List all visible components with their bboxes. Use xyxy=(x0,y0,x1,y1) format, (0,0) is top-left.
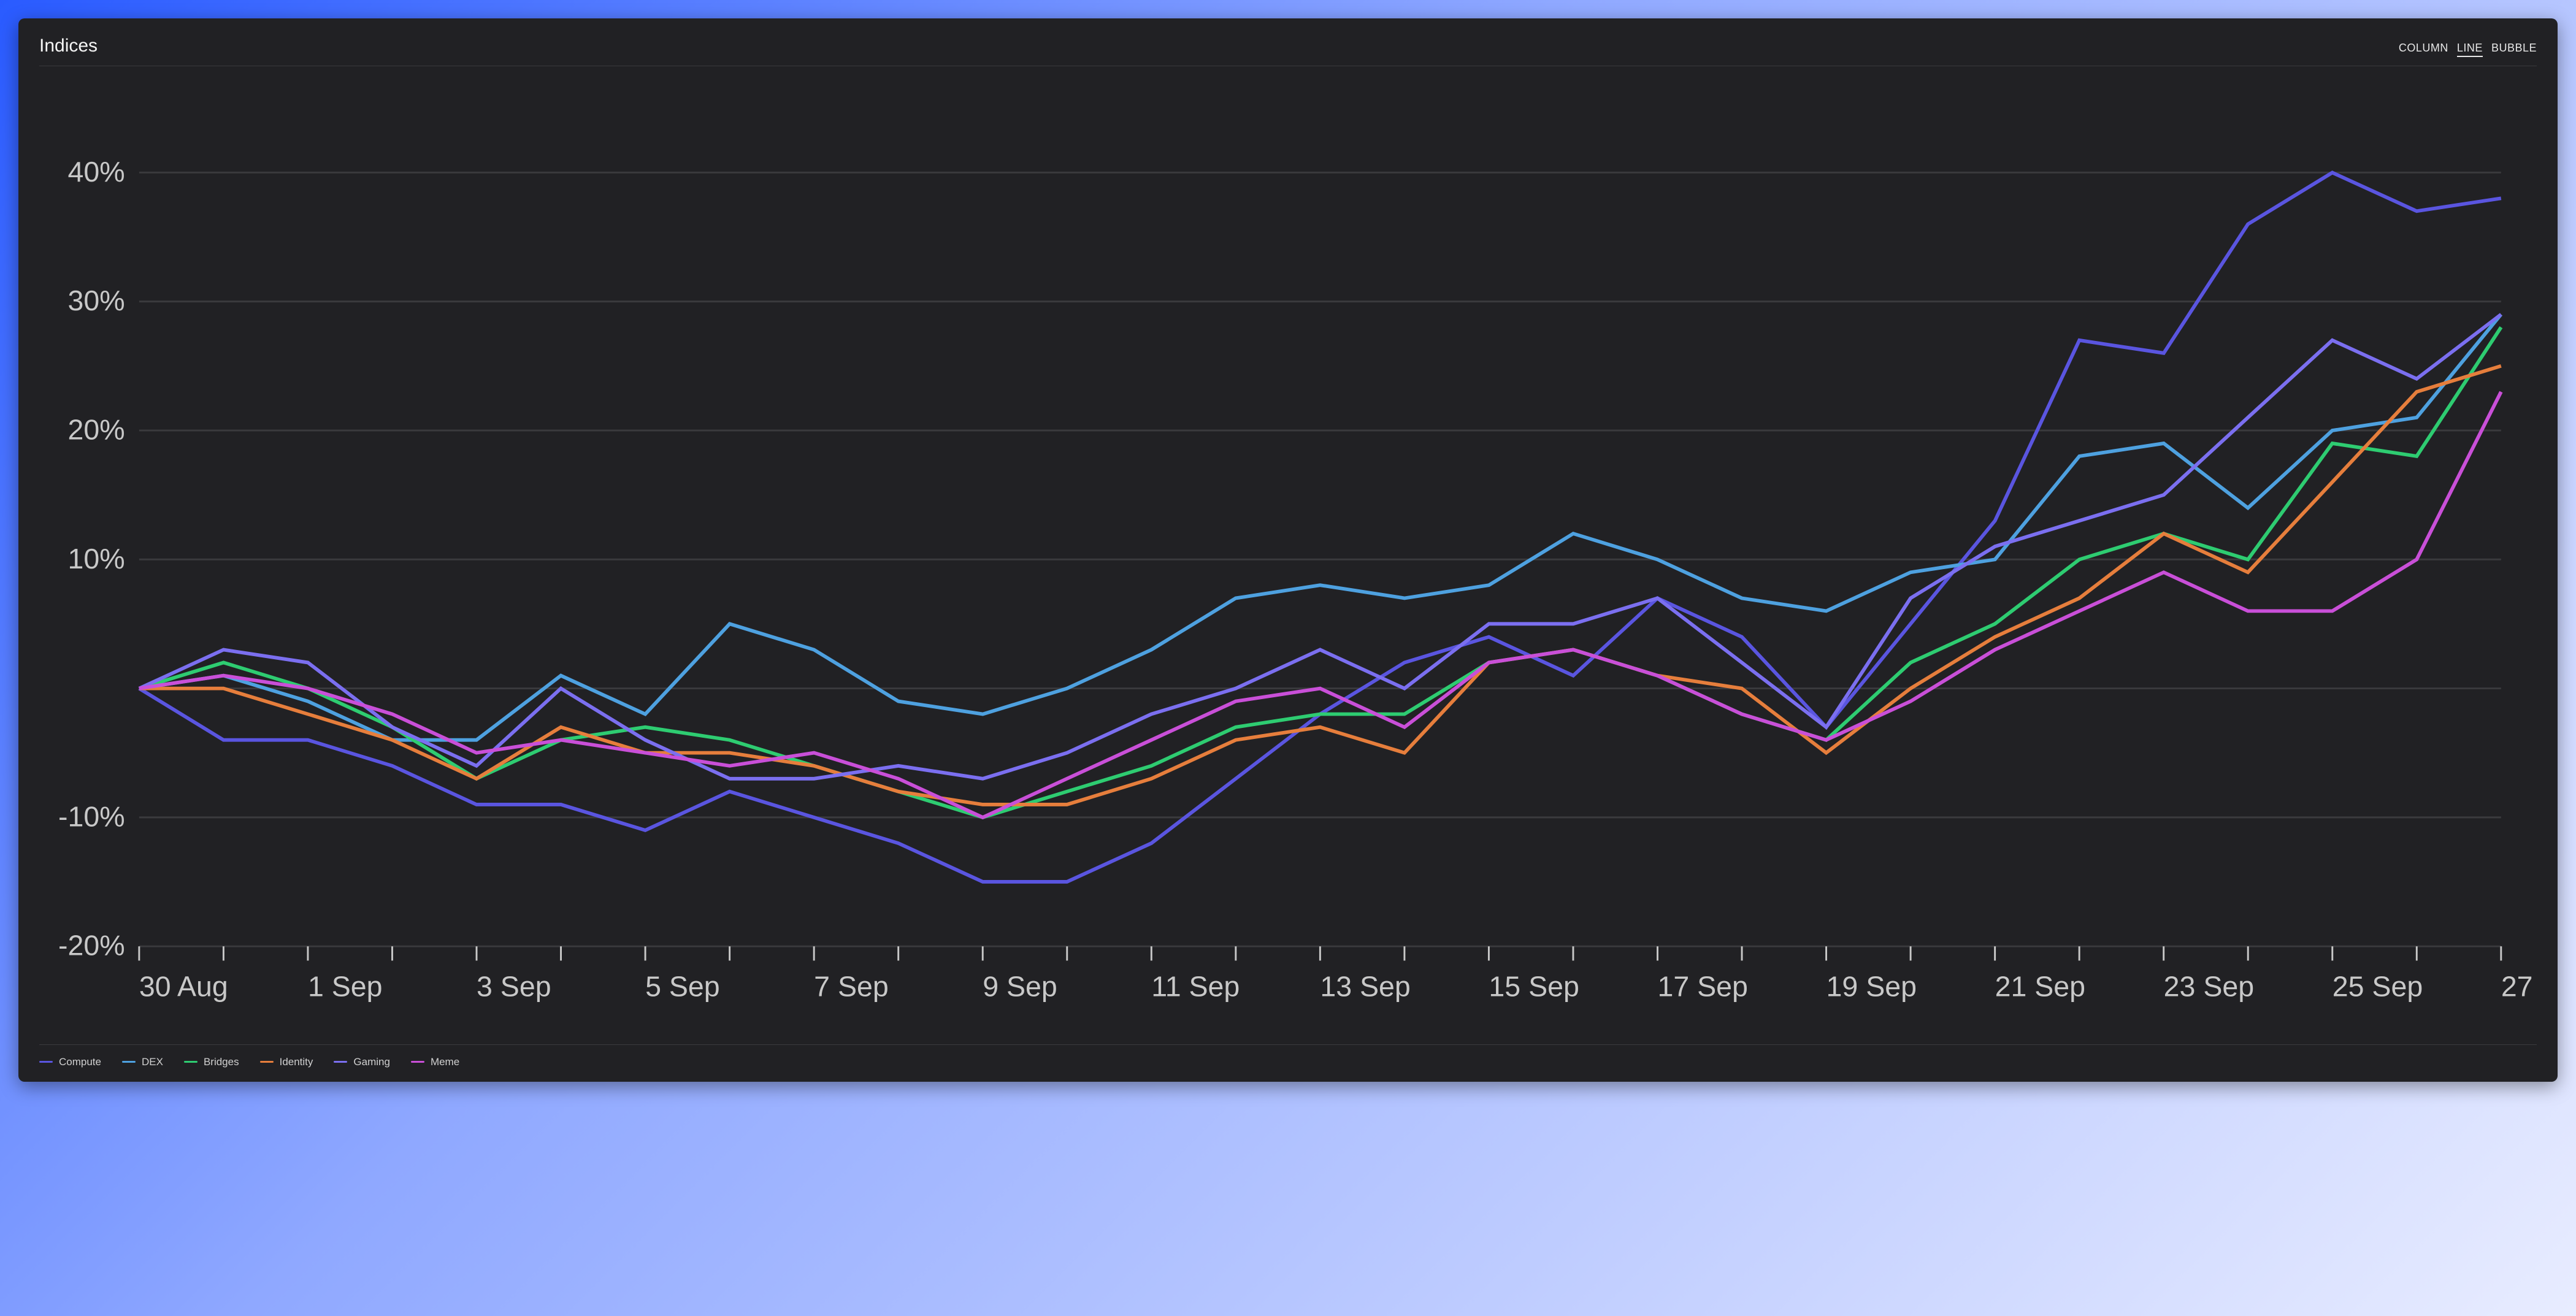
line-chart: -20% -10% 10% 20% 30% 40% 30 Aug 1 Sep 3 Sep 5 Se… xyxy=(39,72,2537,1036)
legend-label: Meme xyxy=(431,1056,459,1068)
legend-item-dex[interactable]: DEX xyxy=(122,1056,163,1068)
x-tick-label: 15 Sep xyxy=(1489,971,1579,1003)
view-tabs: COLUMN LINE BUBBLE xyxy=(2399,42,2537,57)
tab-bubble[interactable]: BUBBLE xyxy=(2491,42,2537,57)
legend-swatch xyxy=(184,1061,197,1063)
legend-swatch xyxy=(39,1061,53,1063)
legend-swatch xyxy=(260,1061,274,1063)
series-compute xyxy=(139,172,2501,881)
y-tick-label: 20% xyxy=(68,413,125,445)
card-header: Indices COLUMN LINE BUBBLE xyxy=(39,36,2537,66)
page-title: Indices xyxy=(39,36,98,56)
legend-swatch xyxy=(411,1061,424,1063)
y-tick-label: -10% xyxy=(58,800,125,832)
x-tick-label: 30 Aug xyxy=(139,971,228,1003)
legend-item-bridges[interactable]: Bridges xyxy=(184,1056,239,1068)
tab-line[interactable]: LINE xyxy=(2457,42,2483,57)
x-tick-label: 13 Sep xyxy=(1320,971,1410,1003)
series-dex xyxy=(139,315,2501,740)
x-tick-label: 27 Sep xyxy=(2501,971,2537,1003)
y-tick-label: 10% xyxy=(68,543,125,575)
legend: Compute DEX Bridges Identity Gaming Meme xyxy=(39,1044,2537,1068)
x-tick-label: 19 Sep xyxy=(1827,971,1917,1003)
series-bridges xyxy=(139,327,2501,817)
legend-item-gaming[interactable]: Gaming xyxy=(334,1056,390,1068)
x-tick-label: 23 Sep xyxy=(2164,971,2254,1003)
legend-label: Identity xyxy=(280,1056,313,1068)
y-tick-label: -20% xyxy=(58,930,125,962)
chart-card: Indices COLUMN LINE BUBBLE -20% -10% 10% 20% 3… xyxy=(18,18,2558,1082)
y-tick-label: 30% xyxy=(68,285,125,316)
series-meme xyxy=(139,392,2501,817)
x-tick-label: 17 Sep xyxy=(1657,971,1747,1003)
legend-label: Compute xyxy=(59,1056,101,1068)
tab-column[interactable]: COLUMN xyxy=(2399,42,2448,57)
legend-item-identity[interactable]: Identity xyxy=(260,1056,313,1068)
x-tick-label: 7 Sep xyxy=(814,971,889,1003)
x-tick-label: 9 Sep xyxy=(983,971,1057,1003)
x-tick-label: 3 Sep xyxy=(477,971,551,1003)
legend-label: Gaming xyxy=(353,1056,390,1068)
x-tick-label: 21 Sep xyxy=(1995,971,2085,1003)
x-tick-label: 1 Sep xyxy=(308,971,383,1003)
x-tick-label: 25 Sep xyxy=(2333,971,2423,1003)
legend-swatch xyxy=(122,1061,136,1063)
legend-item-compute[interactable]: Compute xyxy=(39,1056,101,1068)
legend-swatch xyxy=(334,1061,347,1063)
y-tick-label: 40% xyxy=(68,156,125,188)
legend-label: Bridges xyxy=(204,1056,239,1068)
x-tick-label: 11 Sep xyxy=(1151,971,1240,1003)
legend-label: DEX xyxy=(142,1056,163,1068)
legend-item-meme[interactable]: Meme xyxy=(411,1056,459,1068)
chart-area: -20% -10% 10% 20% 30% 40% 30 Aug 1 Sep 3 Sep 5 Se… xyxy=(39,72,2537,1036)
x-tick-label: 5 Sep xyxy=(645,971,720,1003)
